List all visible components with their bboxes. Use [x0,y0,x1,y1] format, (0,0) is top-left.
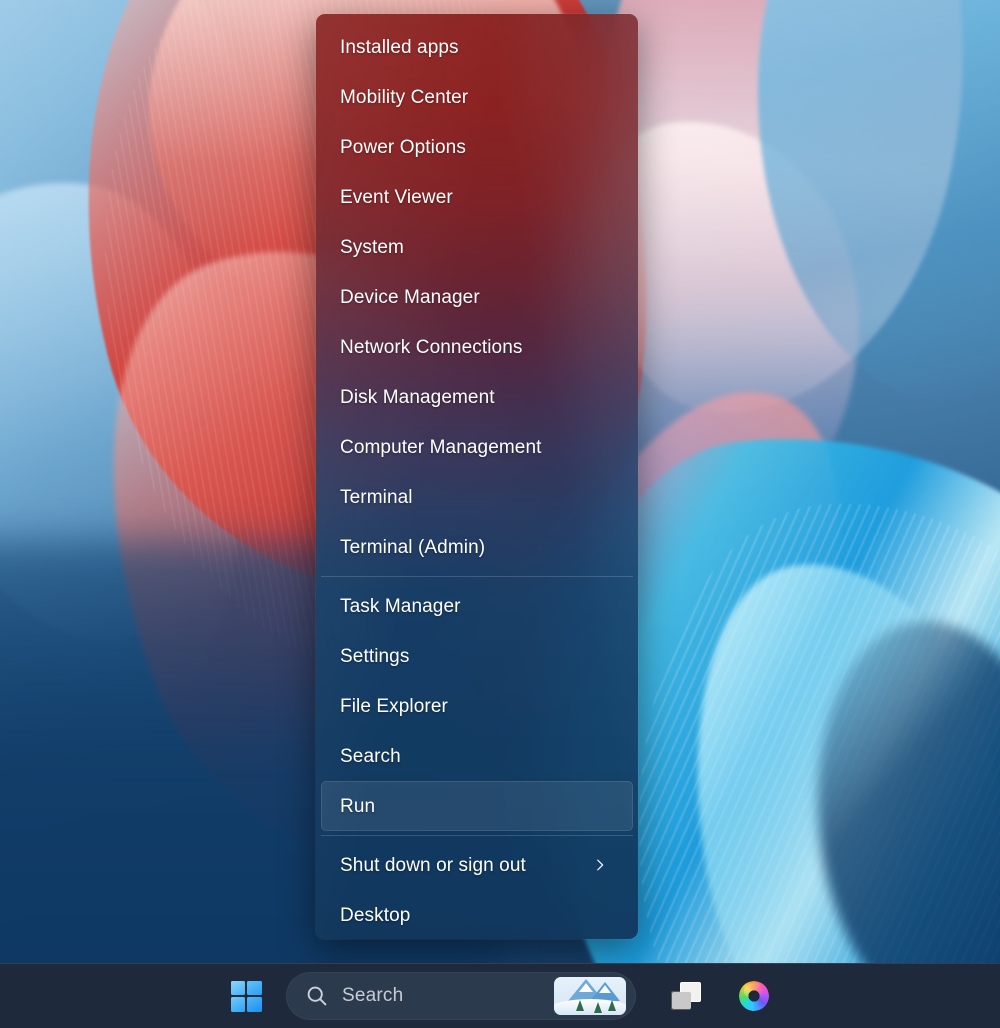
search-placeholder: Search [342,985,404,1006]
menu-item-label: Network Connections [340,336,523,358]
menu-item-system[interactable]: System [321,222,633,272]
snowy-mountain-thumbnail[interactable] [554,977,626,1015]
menu-item-file-explorer[interactable]: File Explorer [321,681,633,731]
menu-item-device-manager[interactable]: Device Manager [321,272,633,322]
task-view-front-square [672,982,701,1009]
search-icon [306,985,328,1007]
desktop-screen: Installed apps Mobility Center Power Opt… [0,0,1000,1028]
menu-item-label: Installed apps [340,36,459,58]
menu-item-label: Search [340,745,401,767]
menu-item-run[interactable]: Run [321,781,633,831]
menu-group-system-tools: Installed apps Mobility Center Power Opt… [321,22,633,572]
chevron-right-icon [593,858,607,872]
menu-item-label: Device Manager [340,286,480,308]
menu-item-network-connections[interactable]: Network Connections [321,322,633,372]
menu-item-event-viewer[interactable]: Event Viewer [321,172,633,222]
menu-item-power-options[interactable]: Power Options [321,122,633,172]
menu-item-settings[interactable]: Settings [321,631,633,681]
menu-separator-1 [321,576,633,577]
thumbnail-tree-3 [608,1000,616,1011]
menu-item-label: Mobility Center [340,86,469,108]
menu-group-session: Shut down or sign out Desktop [321,840,633,939]
menu-item-label: Computer Management [340,436,542,458]
menu-item-desktop[interactable]: Desktop [321,890,633,939]
menu-item-label: File Explorer [340,695,448,717]
menu-item-terminal[interactable]: Terminal [321,472,633,522]
thumbnail-tree-2 [594,1002,602,1013]
search-input[interactable]: Search [286,972,636,1020]
menu-group-shell-tools: Task Manager Settings File Explorer Sear… [321,581,633,831]
copilot-icon [736,978,772,1014]
menu-item-label: Shut down or sign out [340,854,526,876]
windows-logo-pane-4 [247,997,262,1012]
menu-item-label: System [340,236,404,258]
menu-item-label: Power Options [340,136,466,158]
menu-separator-2 [321,835,633,836]
menu-item-disk-management[interactable]: Disk Management [321,372,633,422]
thumbnail-tree-1 [576,1000,584,1011]
task-view-button[interactable] [662,972,710,1020]
wallpaper-blue-haze-shape-2 [0,159,273,841]
menu-item-label: Terminal (Admin) [340,536,486,558]
menu-content: Installed apps Mobility Center Power Opt… [316,14,638,939]
copilot-button[interactable] [730,972,778,1020]
menu-item-mobility-center[interactable]: Mobility Center [321,72,633,122]
wallpaper-cyan-highlight-shape [657,537,1000,1028]
start-button[interactable] [222,972,270,1020]
quick-link-menu: Installed apps Mobility Center Power Opt… [316,14,638,939]
menu-item-task-manager[interactable]: Task Manager [321,581,633,631]
windows-logo-pane-3 [230,997,245,1012]
windows-logo-icon [230,980,262,1012]
menu-item-label: Settings [340,645,410,667]
windows-logo-pane-2 [247,980,262,995]
wallpaper-blue-haze-shape [0,0,357,667]
wallpaper-cyan-streaks [616,482,1000,1028]
wallpaper-cyan-ribbon-shape [723,0,1000,420]
menu-item-installed-apps[interactable]: Installed apps [321,22,633,72]
menu-item-label: Desktop [340,904,411,926]
windows-logo-pane-1 [230,980,245,995]
menu-item-search[interactable]: Search [321,731,633,781]
menu-item-label: Task Manager [340,595,461,617]
menu-item-label: Terminal [340,486,413,508]
menu-item-label: Disk Management [340,386,495,408]
taskbar: Search [0,963,1000,1028]
menu-item-shut-down-or-sign-out[interactable]: Shut down or sign out [321,840,633,890]
taskbar-center-group: Search [222,972,778,1020]
menu-item-terminal-admin[interactable]: Terminal (Admin) [321,522,633,572]
menu-item-label: Run [340,795,376,817]
task-view-icon [671,982,701,1010]
menu-item-label: Event Viewer [340,186,453,208]
menu-item-computer-management[interactable]: Computer Management [321,422,633,472]
